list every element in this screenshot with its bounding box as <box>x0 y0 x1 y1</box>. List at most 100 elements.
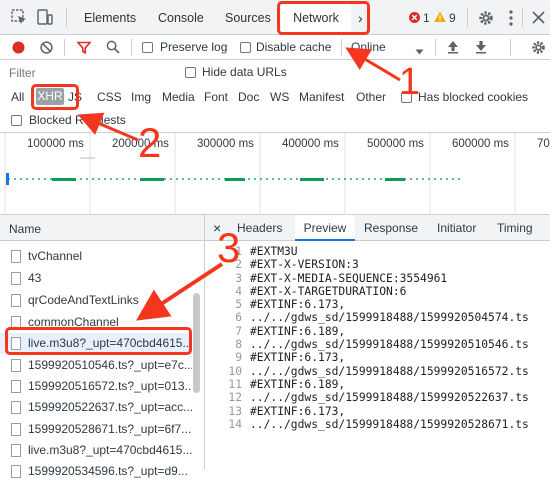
type-all[interactable]: All <box>11 90 24 104</box>
code-line: 10 ../../gdws_sd/1599918488/1599920516572… <box>228 364 529 378</box>
request-row[interactable]: 1599920510546.ts?_upt=e7c... <box>0 355 192 376</box>
type-ws[interactable]: WS <box>270 90 289 104</box>
request-name: 1599920528671.ts?_upt=6f7... <box>28 422 192 436</box>
request-name: 1599920516572.ts?_upt=013... <box>28 379 192 393</box>
warning-icon[interactable] <box>434 11 446 26</box>
network-settings-gear-icon[interactable] <box>531 40 546 58</box>
code-line: 14 ../../gdws_sd/1599918488/1599920528671… <box>228 417 529 431</box>
devtools-tabbar: Elements Console Sources Network › 1 9 <box>0 0 550 35</box>
request-name: 1599920510546.ts?_upt=e7c... <box>28 358 192 372</box>
code-line: 2 #EXT-X-VERSION:3 <box>235 258 359 272</box>
annotation-number-1: 1 <box>399 61 421 103</box>
scrollbar-thumb[interactable] <box>193 293 200 393</box>
details-tabbar: × Headers Preview Response Initiator Tim… <box>205 215 550 241</box>
device-toolbar-icon[interactable] <box>37 9 53 29</box>
request-name: tvChannel <box>28 249 83 263</box>
timeline-tick: 500000 ms <box>367 138 424 150</box>
code-line: 12 ../../gdws_sd/1599918488/1599920522637… <box>228 391 529 405</box>
request-row[interactable]: tvChannel <box>0 246 192 267</box>
file-icon <box>11 465 21 478</box>
annotation-number-2: 2 <box>138 119 162 166</box>
throttling-select[interactable]: Online <box>351 40 386 54</box>
type-font[interactable]: Font <box>204 90 228 104</box>
code-line: 8 ../../gdws_sd/1599918488/1599920510546.… <box>235 338 529 352</box>
error-icon[interactable] <box>409 12 420 26</box>
blocked-requests-checkbox[interactable] <box>11 115 22 126</box>
type-media[interactable]: Media <box>162 90 195 104</box>
code-line: 11 #EXTINF:6.189, <box>228 377 346 391</box>
request-row[interactable]: qrCodeAndTextLinks <box>0 290 192 311</box>
record-icon[interactable] <box>12 41 25 57</box>
disable-cache-label: Disable cache <box>256 40 332 54</box>
filter-input[interactable] <box>4 63 174 82</box>
tab-elements[interactable]: Elements <box>84 0 136 35</box>
tab-timing[interactable]: Timing <box>497 215 533 241</box>
tab-response[interactable]: Response <box>364 215 418 241</box>
request-row[interactable]: 1599920534596.ts?_upt=d9... <box>0 461 192 482</box>
close-devtools-icon[interactable] <box>531 10 546 28</box>
filter-funnel-icon[interactable] <box>76 41 92 57</box>
request-name: 1599920522637.ts?_upt=acc... <box>28 400 192 414</box>
tab-console[interactable]: Console <box>158 0 204 35</box>
code-line: 6 ../../gdws_sd/1599918488/1599920504574.… <box>235 311 529 325</box>
separator <box>435 39 436 56</box>
file-icon <box>11 294 21 307</box>
tab-initiator[interactable]: Initiator <box>437 215 476 241</box>
blocked-requests-label: Blocked Requests <box>29 113 126 127</box>
type-img[interactable]: Img <box>131 90 151 104</box>
separator <box>522 8 523 27</box>
blocked-requests-bar: Blocked Requests <box>0 109 550 133</box>
annotation-box-network-tab <box>277 1 370 35</box>
request-name: qrCodeAndTextLinks <box>28 293 139 307</box>
request-list-header: Name <box>0 215 204 241</box>
request-row[interactable]: 43 <box>0 268 192 289</box>
type-manifest[interactable]: Manifest <box>299 90 344 104</box>
tab-sources[interactable]: Sources <box>225 0 271 35</box>
request-row[interactable]: 1599920522637.ts?_upt=acc... <box>0 397 192 418</box>
search-icon[interactable] <box>106 40 120 57</box>
separator <box>341 39 342 56</box>
tab-headers[interactable]: Headers <box>237 215 282 241</box>
timeline-tick: 300000 ms <box>197 138 254 150</box>
export-har-icon[interactable] <box>475 40 487 57</box>
code-line: 1 #EXTM3U <box>235 245 298 258</box>
request-name: 43 <box>28 271 42 285</box>
customize-menu-icon[interactable] <box>509 10 513 29</box>
hide-data-urls-checkbox[interactable] <box>185 67 196 78</box>
chevron-down-icon[interactable] <box>415 44 424 58</box>
file-icon <box>11 401 21 414</box>
timeline-tick: 400000 ms <box>282 138 339 150</box>
network-toolbar: Preserve log Disable cache Online <box>0 35 550 60</box>
import-har-icon[interactable] <box>447 40 459 57</box>
inspect-element-icon[interactable] <box>11 9 28 29</box>
code-line: 13 #EXTINF:6.173, <box>228 404 346 418</box>
request-name: 1599920534596.ts?_upt=d9... <box>28 464 188 478</box>
preview-code: 1 #EXTM3U 2 #EXT-X-VERSION:3 3 #EXT-X-MEDIA… <box>205 245 550 431</box>
type-doc[interactable]: Doc <box>238 90 259 104</box>
file-icon <box>11 423 21 436</box>
file-icon <box>11 359 21 372</box>
name-column-header[interactable]: Name <box>9 222 41 236</box>
type-css[interactable]: CSS <box>97 90 122 104</box>
request-row[interactable]: live.m3u8?_upt=470cbd4615... <box>0 440 192 461</box>
clear-icon[interactable] <box>40 41 53 57</box>
tab-preview[interactable]: Preview <box>295 215 355 241</box>
settings-gear-icon[interactable] <box>478 10 494 29</box>
warning-count: 9 <box>449 11 456 25</box>
type-other[interactable]: Other <box>356 90 386 104</box>
timeline-tick: 600000 ms <box>452 138 509 150</box>
disable-cache-checkbox[interactable] <box>240 42 251 53</box>
preserve-log-checkbox[interactable] <box>142 42 153 53</box>
preserve-log-label: Preserve log <box>160 40 228 54</box>
filter-bar: Hide data URLs <box>0 60 550 85</box>
request-row[interactable]: 1599920516572.ts?_upt=013... <box>0 376 192 397</box>
file-icon <box>11 272 21 285</box>
timeline-tick: 70 <box>537 138 550 150</box>
file-icon <box>11 444 21 457</box>
annotation-number-3: 3 <box>217 224 241 271</box>
separator <box>510 39 511 56</box>
separator <box>64 39 65 56</box>
request-row[interactable]: 1599920528671.ts?_upt=6f7... <box>0 419 192 440</box>
timeline-tick: 100000 ms <box>27 138 84 150</box>
annotation-box-xhr-filter <box>31 84 79 110</box>
